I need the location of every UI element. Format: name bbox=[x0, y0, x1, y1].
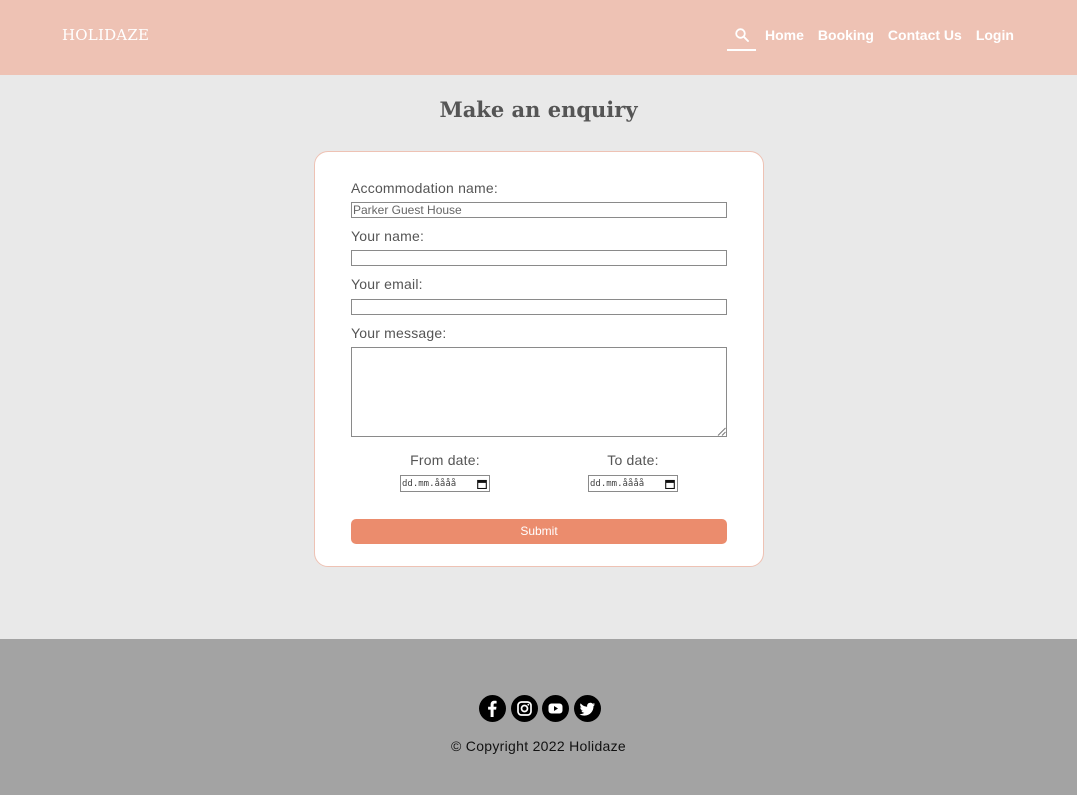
enquiry-form: Accommodation name: Your name: Your emai… bbox=[314, 151, 764, 567]
calendar-icon[interactable] bbox=[477, 479, 487, 489]
your-message-textarea[interactable] bbox=[351, 347, 727, 437]
site-logo[interactable]: HOLIDAZE bbox=[62, 26, 149, 44]
site-header: HOLIDAZE Home Booking Contact Us Login bbox=[0, 0, 1077, 75]
to-date-placeholder: dd.mm.åååå bbox=[590, 478, 645, 489]
your-name-input[interactable] bbox=[351, 250, 727, 266]
calendar-icon[interactable] bbox=[665, 479, 675, 489]
submit-button[interactable]: Submit bbox=[351, 519, 727, 544]
nav-home-link[interactable]: Home bbox=[765, 26, 804, 44]
youtube-icon[interactable] bbox=[542, 695, 569, 722]
nav-login-link[interactable]: Login bbox=[976, 26, 1014, 44]
your-email-label: Your email: bbox=[351, 276, 423, 292]
accommodation-name-label: Accommodation name: bbox=[351, 180, 498, 196]
main-nav: Home Booking Contact Us Login bbox=[727, 26, 1014, 51]
resize-grip-icon[interactable] bbox=[717, 427, 726, 436]
your-message-label: Your message: bbox=[351, 325, 447, 341]
copyright-text: © Copyright 2022 Holidaze bbox=[450, 738, 627, 754]
your-name-label: Your name: bbox=[351, 228, 425, 244]
from-date-label: From date: bbox=[410, 452, 480, 468]
from-date-input[interactable]: dd.mm.åååå bbox=[400, 475, 490, 492]
instagram-icon[interactable] bbox=[510, 695, 538, 722]
to-date-input[interactable]: dd.mm.åååå bbox=[588, 475, 678, 492]
nav-booking-link[interactable]: Booking bbox=[818, 26, 874, 44]
twitter-icon[interactable] bbox=[573, 695, 601, 722]
to-date-label: To date: bbox=[607, 452, 659, 468]
from-date-placeholder: dd.mm.åååå bbox=[402, 478, 457, 489]
nav-contact-link[interactable]: Contact Us bbox=[888, 26, 962, 44]
social-links bbox=[479, 695, 605, 722]
facebook-icon[interactable] bbox=[479, 695, 506, 722]
your-email-input[interactable] bbox=[351, 299, 727, 315]
accommodation-name-input[interactable] bbox=[351, 202, 727, 218]
search-icon bbox=[734, 28, 749, 42]
nav-search-button[interactable] bbox=[727, 26, 756, 51]
page-title: Make an enquiry bbox=[439, 97, 638, 122]
site-footer: © Copyright 2022 Holidaze bbox=[0, 639, 1077, 795]
